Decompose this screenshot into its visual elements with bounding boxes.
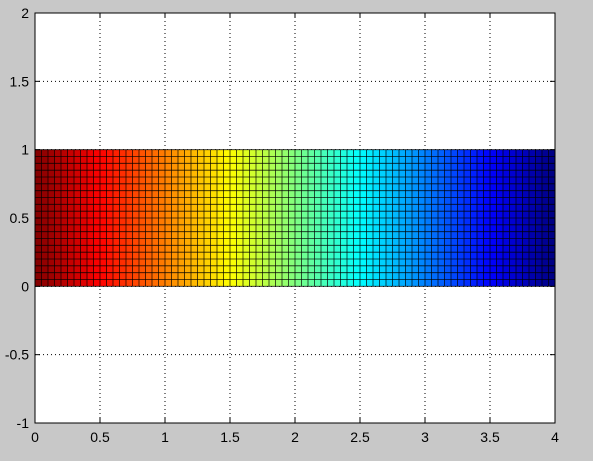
x-tick-label: 2.5 xyxy=(350,429,370,445)
y-tick-label: 1 xyxy=(21,142,29,158)
y-tick-label: 0 xyxy=(21,278,29,294)
figure: 0 0.5 1 1.5 2 2.5 3 3.5 4 -1 -0.5 0 0.5 1 1.5 2 xyxy=(5,5,559,445)
x-tick-label: 2 xyxy=(291,429,299,445)
y-tick-label: 1.5 xyxy=(10,73,30,89)
x-tick-label: 0.5 xyxy=(90,429,110,445)
mesh-surface xyxy=(34,149,556,287)
y-tick-label: 2 xyxy=(21,5,29,21)
x-tick-label: 4 xyxy=(551,429,559,445)
x-tick-label: 1 xyxy=(161,429,169,445)
x-tick-label: 3 xyxy=(421,429,429,445)
x-tick-label: 3.5 xyxy=(480,429,500,445)
x-tick-label: 0 xyxy=(31,429,39,445)
y-tick-label: -1 xyxy=(17,415,30,431)
y-tick-label: -0.5 xyxy=(5,347,29,363)
y-tick-label: 0.5 xyxy=(10,210,30,226)
y-tick-labels: -1 -0.5 0 0.5 1 1.5 2 xyxy=(5,5,29,431)
mesh-edges xyxy=(34,149,556,287)
x-tick-labels: 0 0.5 1 1.5 2 2.5 3 3.5 4 xyxy=(31,429,559,445)
x-tick-label: 1.5 xyxy=(220,429,240,445)
